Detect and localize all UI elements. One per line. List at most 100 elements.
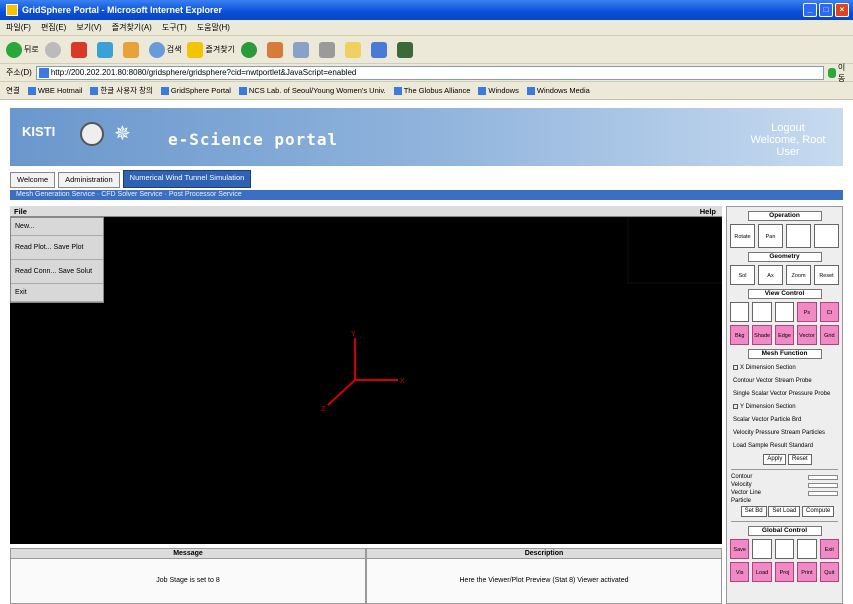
proj-button[interactable]: Proj bbox=[774, 562, 795, 582]
set-bd-button[interactable]: Set Bd bbox=[740, 506, 767, 517]
operation-button-3[interactable] bbox=[786, 224, 811, 248]
link-windows-media[interactable]: Windows Media bbox=[527, 86, 590, 95]
service-subnav[interactable]: Mesh Generation Service · CFD Solver Ser… bbox=[10, 190, 843, 200]
stop-button[interactable] bbox=[70, 40, 91, 60]
link-korean[interactable]: 한글 사용자 창의 bbox=[90, 85, 152, 96]
option-velocity-row[interactable]: Velocity Pressure Stream Particles bbox=[727, 427, 842, 440]
legend-velocity[interactable]: Velocity bbox=[731, 481, 804, 489]
menu-view[interactable]: 보기(V) bbox=[76, 22, 101, 33]
legend-contour[interactable]: Contour bbox=[731, 473, 804, 481]
url-field[interactable]: http://200.202.201.80:8080/gridsphere/gr… bbox=[35, 65, 824, 80]
menu-bar: 파일(F) 편집(E) 보기(V) 즐겨찾기(A) 도구(T) 도움말(H) bbox=[0, 20, 853, 36]
exit-button[interactable]: Exit bbox=[819, 539, 840, 559]
minimize-icon[interactable]: _ bbox=[803, 3, 817, 17]
refresh-button[interactable] bbox=[96, 40, 117, 60]
edit-button[interactable] bbox=[344, 40, 365, 60]
search-button[interactable]: 검색 bbox=[148, 40, 181, 60]
seal-logo-icon bbox=[80, 122, 104, 146]
home-button[interactable] bbox=[122, 40, 143, 60]
zoom-button[interactable]: Zoom bbox=[786, 265, 811, 285]
tab-numerical-wind-tunnel[interactable]: Numerical Wind Tunnel Simulation bbox=[122, 170, 252, 188]
viewer-help-menu[interactable]: Help bbox=[700, 206, 716, 217]
quit-button[interactable]: Quit bbox=[819, 562, 840, 582]
link-globus[interactable]: The Globus Alliance bbox=[394, 86, 471, 95]
reset-button[interactable]: Reset bbox=[788, 454, 812, 465]
shade-button[interactable]: Shade bbox=[752, 325, 772, 345]
option-y-section[interactable]: Y Dimension Section bbox=[727, 401, 842, 414]
logout-link[interactable]: Logout bbox=[745, 122, 831, 134]
vector-button[interactable]: Vector bbox=[797, 325, 817, 345]
history-button[interactable] bbox=[266, 40, 287, 60]
menu-help[interactable]: 도움말(H) bbox=[197, 22, 230, 33]
option-scalar-vector-row[interactable]: Scalar Vector Particle Brd bbox=[727, 414, 842, 427]
menu-edit[interactable]: 편집(E) bbox=[41, 22, 66, 33]
media-button[interactable] bbox=[240, 40, 261, 60]
edge-line-button[interactable]: Edge Line bbox=[774, 325, 795, 345]
ax-button[interactable]: Ax bbox=[758, 265, 783, 285]
rotate-button[interactable]: Rotate bbox=[730, 224, 755, 248]
option-scalar-row[interactable]: Single Scalar Vector Pressure Probe bbox=[727, 388, 842, 401]
legend-field-1[interactable] bbox=[808, 475, 838, 480]
link-gridsphere[interactable]: GridSphere Portal bbox=[161, 86, 231, 95]
menu-tools[interactable]: 도구(T) bbox=[162, 22, 187, 33]
browser-toolbar: 뒤로 검색 즐겨찾기 bbox=[0, 36, 853, 64]
view-button-2[interactable] bbox=[752, 302, 772, 322]
tab-welcome[interactable]: Welcome bbox=[10, 172, 56, 188]
option-load-sample[interactable]: Load Sample Result Standard bbox=[727, 440, 842, 453]
save-button[interactable]: Save bbox=[730, 539, 750, 559]
set-load-button[interactable]: Set Load bbox=[768, 506, 801, 517]
apply-button[interactable]: Apply bbox=[763, 454, 787, 465]
ct-button[interactable]: Ct bbox=[819, 302, 840, 322]
window-titlebar: GridSphere Portal - Microsoft Internet E… bbox=[0, 0, 853, 20]
menu-item-read-plot[interactable]: Read Plot... Save Plot bbox=[11, 236, 103, 260]
compute-button[interactable]: Compute bbox=[802, 506, 835, 517]
legend-field-2[interactable] bbox=[808, 483, 838, 488]
tab-administration[interactable]: Administration bbox=[58, 172, 120, 188]
render-canvas[interactable]: Y X Z bbox=[10, 217, 722, 544]
global-button-4[interactable] bbox=[797, 539, 817, 559]
print-global-button[interactable]: Print bbox=[797, 562, 817, 582]
maximize-icon[interactable]: □ bbox=[819, 3, 833, 17]
viewer-file-menu[interactable]: File bbox=[14, 206, 27, 217]
message-panel: Message Job Stage is set to 8 bbox=[10, 548, 366, 604]
link-windows[interactable]: Windows bbox=[478, 86, 518, 95]
menu-favorites[interactable]: 즐겨찾기(A) bbox=[112, 22, 152, 33]
grid-button[interactable]: Grid bbox=[819, 325, 840, 345]
print-button[interactable] bbox=[318, 40, 339, 60]
favorites-button[interactable]: 즐겨찾기 bbox=[187, 40, 235, 60]
back-button[interactable]: 뒤로 bbox=[6, 40, 39, 60]
menu-item-read-conn[interactable]: Read Conn... Save Solut bbox=[11, 260, 103, 284]
close-icon[interactable]: × bbox=[835, 3, 849, 17]
link-ncs-lab[interactable]: NCS Lab. of Seoul/Young Women's Univ. bbox=[239, 86, 386, 95]
menu-item-new[interactable]: New... bbox=[11, 218, 103, 236]
discuss-button[interactable] bbox=[370, 40, 391, 60]
legend-particle[interactable]: Particle bbox=[731, 497, 804, 505]
legend-field-3[interactable] bbox=[808, 491, 838, 496]
vis-button[interactable]: Vis bbox=[730, 562, 750, 582]
view-button-3[interactable] bbox=[774, 302, 795, 322]
window-title: GridSphere Portal - Microsoft Internet E… bbox=[22, 5, 223, 15]
reset-view-button[interactable]: Reset bbox=[814, 265, 839, 285]
option-contour-row[interactable]: Contour Vector Stream Probe bbox=[727, 375, 842, 388]
sol-button[interactable]: Sol bbox=[730, 265, 755, 285]
bkg-button[interactable]: Bkg bbox=[730, 325, 750, 345]
menu-item-exit[interactable]: Exit bbox=[11, 284, 103, 302]
messenger-button[interactable] bbox=[396, 40, 417, 60]
link-hotmail[interactable]: WBE Hotmail bbox=[28, 86, 83, 95]
legend-vector-line[interactable]: Vector Line bbox=[731, 489, 804, 497]
ps-button[interactable]: Ps bbox=[797, 302, 817, 322]
operation-button-4[interactable] bbox=[814, 224, 839, 248]
view-button-1[interactable] bbox=[730, 302, 750, 322]
forward-button[interactable] bbox=[44, 40, 65, 60]
option-x-section[interactable]: X Dimension Section bbox=[727, 362, 842, 375]
description-title: Description bbox=[367, 549, 721, 559]
go-button[interactable]: 이동 bbox=[827, 63, 850, 83]
global-button-2[interactable] bbox=[752, 539, 772, 559]
messenger-icon bbox=[396, 41, 413, 58]
load-button[interactable]: Load bbox=[752, 562, 772, 582]
pan-button[interactable]: Pan bbox=[758, 224, 783, 248]
mail-button[interactable] bbox=[292, 40, 313, 60]
menu-file[interactable]: 파일(F) bbox=[6, 22, 31, 33]
global-button-3[interactable] bbox=[774, 539, 795, 559]
back-arrow-icon bbox=[6, 41, 22, 58]
